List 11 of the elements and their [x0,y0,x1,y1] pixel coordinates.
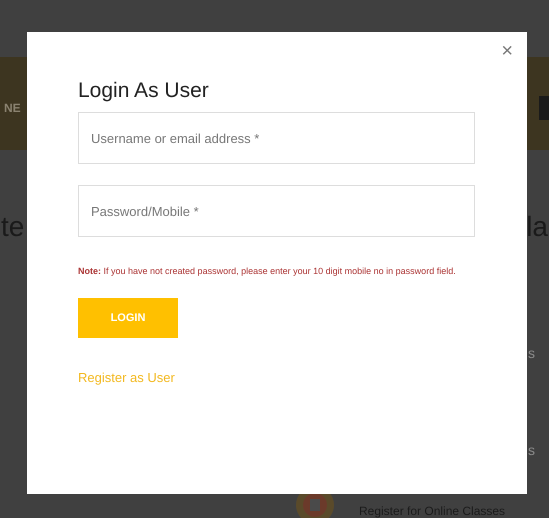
side-text: s [528,442,535,458]
modal-title: Login As User [78,78,210,104]
close-button[interactable]: × [501,41,513,61]
login-button[interactable]: LOGIN [78,298,178,338]
nav-button[interactable] [539,96,549,120]
nav-link[interactable]: NE [4,98,21,116]
input-field[interactable]: Password/Mobile * [78,185,475,238]
password-note: Note: If you have not created password, please enter your 10 digit mobile no in password field. [78,265,457,278]
input-field[interactable]: Username or email address * [78,112,475,164]
side-text: s [528,344,535,361]
register-link[interactable]: Register as User [78,368,175,388]
